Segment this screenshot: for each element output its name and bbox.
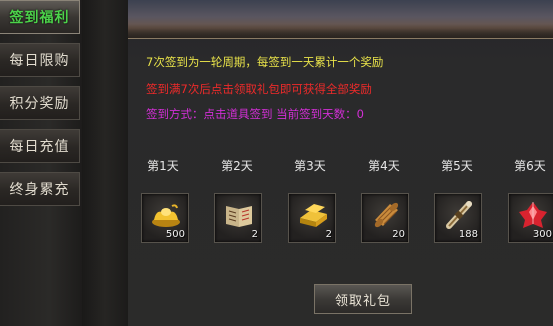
info-method-text: 签到方式：点击道具签到 当前签到天数：0 [146, 107, 364, 121]
reward-slot-day6[interactable]: 300 [508, 193, 553, 243]
day-label-2: 第2天 [221, 159, 253, 173]
day-label-1: 第1天 [147, 159, 179, 173]
red-crystal-icon [519, 202, 547, 228]
reward-slot-day3[interactable]: 2 [288, 193, 336, 243]
tab-sign-in-rewards[interactable]: 签到福利 [0, 0, 80, 34]
claim-gift-button[interactable]: 领取礼包 [314, 284, 412, 314]
tab-daily-recharge[interactable]: 每日充值 [0, 129, 80, 163]
banner-image [128, 0, 553, 39]
reward-qty: 188 [458, 229, 478, 240]
day-label-3: 第3天 [294, 159, 326, 173]
tab-label: 每日限购 [9, 53, 70, 69]
day-label-5: 第5天 [441, 159, 473, 173]
reward-slot-day2[interactable]: 2 [214, 193, 262, 243]
tab-label: 积分奖励 [9, 96, 70, 112]
gold-bars-icon [300, 204, 327, 227]
sidebar: 签到福利 每日限购 积分奖励 每日充值 终身累充 [0, 0, 82, 326]
sign-in-panel: 7次签到为一轮周期，每签到一天累计一个奖励 签到满7次后点击领取礼包即可获得全部… [128, 0, 553, 326]
reward-qty: 300 [532, 229, 552, 240]
tab-points-rewards[interactable]: 积分奖励 [0, 86, 80, 120]
info-reward-text: 签到满7次后点击领取礼包即可获得全部奖励 [146, 82, 372, 96]
panel-divider [82, 0, 128, 326]
claim-gift-label: 领取礼包 [334, 293, 391, 309]
reward-qty: 500 [165, 229, 185, 240]
day-label-4: 第4天 [368, 159, 400, 173]
reward-slot-day4[interactable]: 20 [361, 193, 409, 243]
skill-book-icon [226, 206, 252, 227]
tab-label: 签到福利 [9, 10, 70, 26]
scroll-icon [374, 202, 399, 228]
tab-lifetime-recharge[interactable]: 终身累充 [0, 172, 80, 206]
tab-label: 终身累充 [9, 182, 70, 198]
banner-mountains [128, 24, 553, 38]
reward-qty: 2 [325, 229, 332, 240]
reward-slot-day5[interactable]: 188 [434, 193, 482, 243]
tab-daily-limited[interactable]: 每日限购 [0, 43, 80, 77]
gold-ingot-icon [152, 204, 180, 227]
telescope-icon [446, 201, 472, 229]
reward-qty: 20 [392, 229, 405, 240]
info-cycle-text: 7次签到为一轮周期，每签到一天累计一个奖励 [146, 55, 384, 69]
reward-slot-day1[interactable]: 500 [141, 193, 189, 243]
tab-label: 每日充值 [9, 139, 70, 155]
reward-qty: 2 [251, 229, 258, 240]
day-label-6: 第6天 [514, 159, 546, 173]
